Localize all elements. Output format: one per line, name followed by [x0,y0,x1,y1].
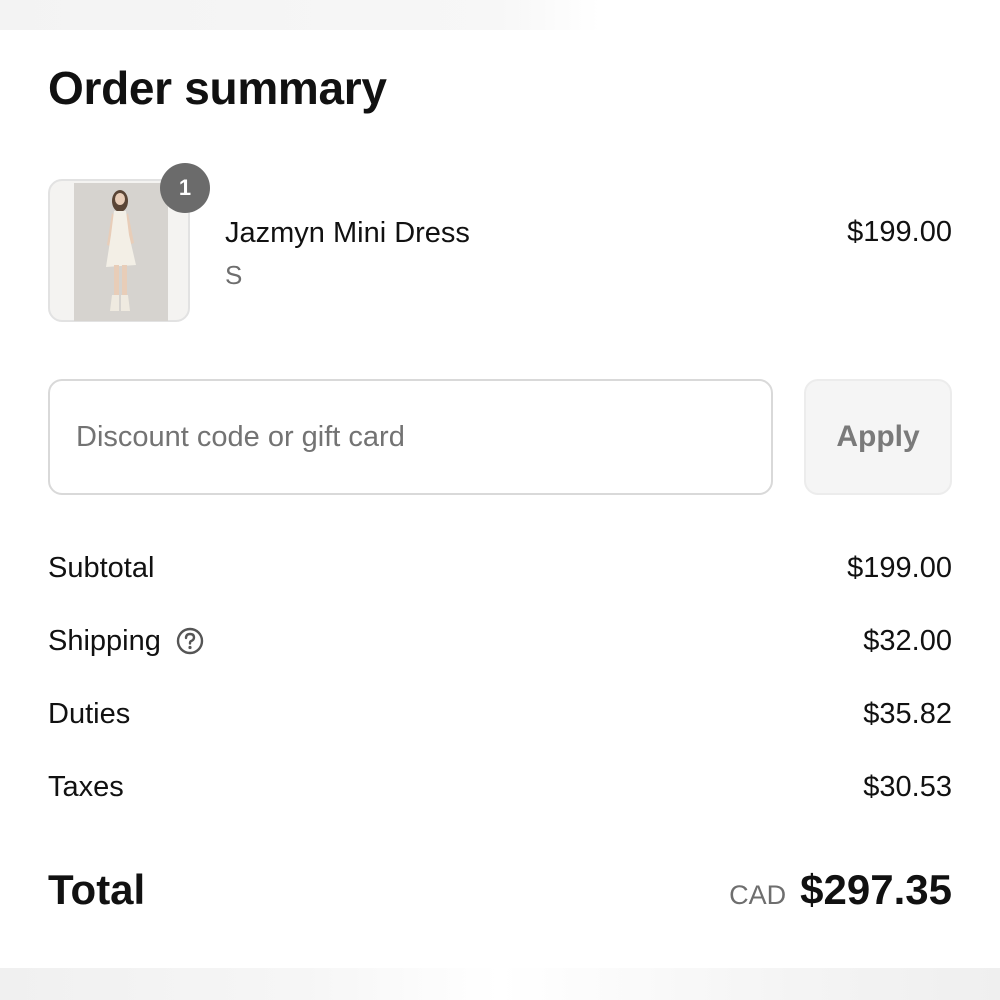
top-edge-shadow [0,0,1000,30]
duties-label: Duties [48,697,131,730]
duties-row: Duties $35.82 [48,694,952,734]
taxes-row: Taxes $30.53 [48,767,952,807]
taxes-value: $30.53 [863,770,952,803]
quantity-badge: 1 [160,163,210,213]
product-thumbnail: 1 [48,163,210,322]
subtotal-row: Subtotal $199.00 [48,548,952,588]
discount-code-input[interactable] [48,379,773,495]
duties-value: $35.82 [863,697,952,730]
shipping-label-group: Shipping [48,625,205,658]
total-value-group: CAD $297.35 [729,866,952,914]
total-row: Total CAD $297.35 [48,862,952,918]
total-amount: $297.35 [800,866,952,913]
apply-discount-button[interactable]: Apply [804,379,952,495]
product-price: $199.00 [847,216,952,248]
shipping-value: $32.00 [863,624,952,657]
product-variant: S [225,260,243,290]
dress-model-image [74,183,168,321]
question-circle-icon[interactable] [175,626,205,656]
subtotal-label: Subtotal [48,551,155,584]
taxes-label: Taxes [48,770,124,803]
product-name: Jazmyn Mini Dress [225,217,470,249]
bottom-edge-shadow [0,968,1000,1000]
total-currency: CAD [729,880,787,910]
shipping-row: Shipping $32.00 [48,621,952,661]
total-label: Total [48,866,146,913]
shipping-label: Shipping [48,624,161,657]
checkout-order-summary: Order summary 1 Jazmyn Mini Dress S $199… [0,0,1000,1000]
order-summary-title: Order summary [48,62,387,114]
product-photo [74,183,168,321]
subtotal-value: $199.00 [847,551,952,584]
